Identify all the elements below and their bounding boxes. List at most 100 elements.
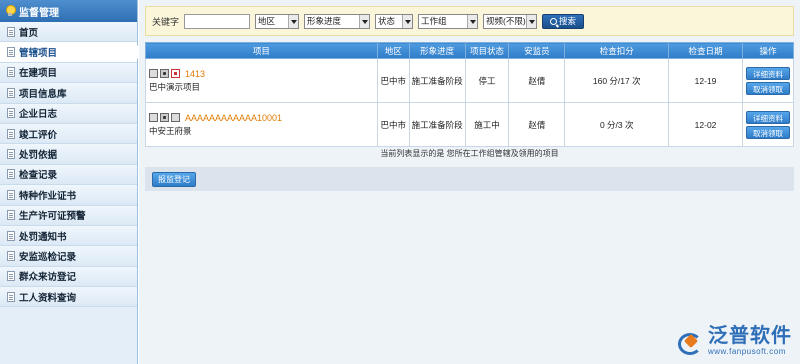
col-header-actions: 操作 bbox=[741, 42, 795, 59]
cancel-claim-button[interactable]: 取消领取 bbox=[745, 81, 790, 95]
document-icon bbox=[7, 47, 15, 58]
project-cell: AAAAAAAAAAAA10001 中安王府景 bbox=[145, 102, 378, 147]
document-icon bbox=[7, 189, 15, 200]
chevron-down-icon bbox=[359, 14, 370, 28]
sidebar-item-worker-lookup[interactable]: 工人资料查询 bbox=[0, 287, 137, 308]
settings-icon[interactable] bbox=[149, 113, 158, 122]
progress-select-value: 形象进度 bbox=[307, 16, 342, 26]
document-icon bbox=[7, 210, 15, 221]
document-icon bbox=[7, 108, 15, 119]
sidebar-item-label: 特种作业证书 bbox=[19, 190, 77, 202]
sidebar-item-label: 处罚通知书 bbox=[19, 231, 67, 243]
detail-button[interactable]: 详细资料 bbox=[745, 66, 790, 80]
keyword-input[interactable] bbox=[184, 13, 251, 29]
table-header-row: 项目 地区 形象进度 项目状态 安监员 检查扣分 检查日期 操作 bbox=[145, 42, 795, 59]
sidebar-item-label: 处罚依据 bbox=[19, 150, 58, 162]
brand-logo-icon bbox=[678, 330, 704, 355]
video-select[interactable]: 视频(不限) bbox=[483, 13, 538, 29]
region-cell: 巴中市 bbox=[376, 58, 410, 103]
chevron-down-icon bbox=[402, 14, 413, 28]
sidebar-item-license-warning[interactable]: 生产许可证预警 bbox=[0, 205, 137, 226]
chevron-down-icon bbox=[288, 14, 299, 28]
document-icon bbox=[7, 271, 15, 282]
sidebar-item-label: 竣工评价 bbox=[19, 129, 58, 141]
region-select-value: 地区 bbox=[258, 16, 276, 26]
brand-watermark: 泛普软件 www.fanpusoft.com bbox=[678, 325, 792, 356]
sidebar: 监督管理 首页 管辖项目 在建项目 项目信息库 企业日志 竣工评价 处罚依据 检… bbox=[0, 0, 138, 364]
sidebar-item-home[interactable]: 首页 bbox=[0, 22, 137, 43]
document-icon bbox=[7, 128, 15, 139]
project-code-link[interactable]: AAAAAAAAAAAA10001 bbox=[185, 113, 282, 123]
table-row: AAAAAAAAAAAA10001 中安王府景 巴中市 施工准备阶段 施工中 赵… bbox=[145, 102, 795, 147]
sidebar-item-inspection-records[interactable]: 检查记录 bbox=[0, 164, 137, 186]
sidebar-title: 监督管理 bbox=[19, 7, 59, 19]
sidebar-item-company-log[interactable]: 企业日志 bbox=[0, 103, 137, 124]
sidebar-item-label: 群众来访登记 bbox=[19, 272, 77, 284]
status-select-value: 状态 bbox=[378, 16, 396, 26]
cancel-claim-button[interactable]: 取消领取 bbox=[745, 125, 790, 139]
camera-icon[interactable] bbox=[160, 113, 169, 122]
list-notice: 当前列表显示的是 您所在工作组管辖及领用的项目 bbox=[380, 149, 559, 158]
date-cell: 12-19 bbox=[668, 58, 743, 103]
keyword-label: 关键字 bbox=[152, 16, 180, 27]
sidebar-item-penalty-notice[interactable]: 处罚通知书 bbox=[0, 225, 137, 247]
brand-url: www.fanpusoft.com bbox=[708, 347, 786, 356]
region-select[interactable]: 地区 bbox=[255, 13, 300, 29]
sidebar-item-managed-projects[interactable]: 管辖项目 bbox=[0, 42, 138, 63]
deduction-cell: 160 分/17 次 bbox=[564, 58, 670, 103]
sidebar-item-label: 首页 bbox=[19, 27, 39, 39]
chevron-down-icon bbox=[526, 14, 537, 28]
sidebar-item-label: 检查记录 bbox=[19, 170, 58, 182]
sidebar-item-label: 在建项目 bbox=[19, 68, 58, 80]
main-panel: 关键字 地区 形象进度 状态 工作组 视频(不限) 搜索 项目 地区 形象进度 … bbox=[139, 0, 800, 364]
sidebar-item-label: 生产许可证预警 bbox=[19, 211, 86, 223]
sidebar-item-public-visits[interactable]: 群众来访登记 bbox=[0, 266, 137, 288]
work-group-select[interactable]: 工作组 bbox=[418, 13, 479, 29]
flag-icon[interactable] bbox=[171, 69, 180, 78]
progress-cell: 施工准备阶段 bbox=[408, 58, 466, 103]
video-select-value: 视频(不限) bbox=[486, 16, 526, 26]
sidebar-item-under-construction[interactable]: 在建项目 bbox=[0, 62, 137, 84]
sidebar-item-label: 安监巡检记录 bbox=[19, 251, 77, 263]
detail-button[interactable]: 详细资料 bbox=[745, 110, 790, 124]
inspector-cell: 赵倩 bbox=[508, 58, 566, 103]
date-cell: 12-02 bbox=[668, 102, 743, 147]
sidebar-item-completion-review[interactable]: 竣工评价 bbox=[0, 123, 137, 145]
project-name: 巴中演示项目 bbox=[149, 81, 201, 92]
col-header-project: 项目 bbox=[145, 42, 378, 59]
actions-cell: 详细资料 取消领取 bbox=[741, 58, 795, 103]
sidebar-item-special-certificates[interactable]: 特种作业证书 bbox=[0, 185, 137, 206]
sidebar-item-label: 项目信息库 bbox=[19, 88, 67, 100]
document-icon bbox=[7, 87, 15, 98]
sidebar-item-patrol-records[interactable]: 安监巡检记录 bbox=[0, 246, 137, 267]
table-row: 1413 巴中演示项目 巴中市 施工准备阶段 停工 赵倩 160 分/17 次 … bbox=[145, 58, 795, 103]
video-icon[interactable] bbox=[171, 113, 180, 122]
camera-icon[interactable] bbox=[160, 69, 169, 78]
project-code-link[interactable]: 1413 bbox=[185, 69, 205, 79]
actions-cell: 详细资料 取消领取 bbox=[741, 102, 795, 147]
document-icon bbox=[7, 230, 15, 241]
document-icon bbox=[7, 26, 15, 37]
document-icon bbox=[7, 250, 15, 261]
document-icon bbox=[7, 169, 15, 180]
settings-icon[interactable] bbox=[149, 69, 158, 78]
search-button-label: 搜索 bbox=[559, 16, 577, 26]
brand-name: 泛普软件 bbox=[708, 325, 792, 347]
sidebar-item-label: 企业日志 bbox=[19, 109, 58, 121]
sidebar-item-label: 工人资料查询 bbox=[19, 292, 77, 304]
lightbulb-icon bbox=[5, 5, 16, 17]
progress-select[interactable]: 形象进度 bbox=[304, 13, 371, 29]
inspector-cell: 赵倩 bbox=[508, 102, 566, 147]
col-header-progress: 形象进度 bbox=[408, 42, 466, 59]
sidebar-item-project-database[interactable]: 项目信息库 bbox=[0, 83, 137, 104]
deduction-cell: 0 分/3 次 bbox=[564, 102, 670, 147]
work-group-select-value: 工作组 bbox=[421, 16, 447, 26]
sidebar-item-penalty-basis[interactable]: 处罚依据 bbox=[0, 144, 137, 165]
col-header-inspector: 安监员 bbox=[508, 42, 566, 59]
chevron-down-icon bbox=[467, 14, 478, 28]
status-cell: 停工 bbox=[464, 58, 510, 103]
col-header-deduction: 检查扣分 bbox=[564, 42, 670, 59]
search-button[interactable]: 搜索 bbox=[542, 13, 585, 29]
status-select[interactable]: 状态 bbox=[375, 13, 414, 29]
register-button[interactable]: 报监登记 bbox=[152, 171, 196, 187]
